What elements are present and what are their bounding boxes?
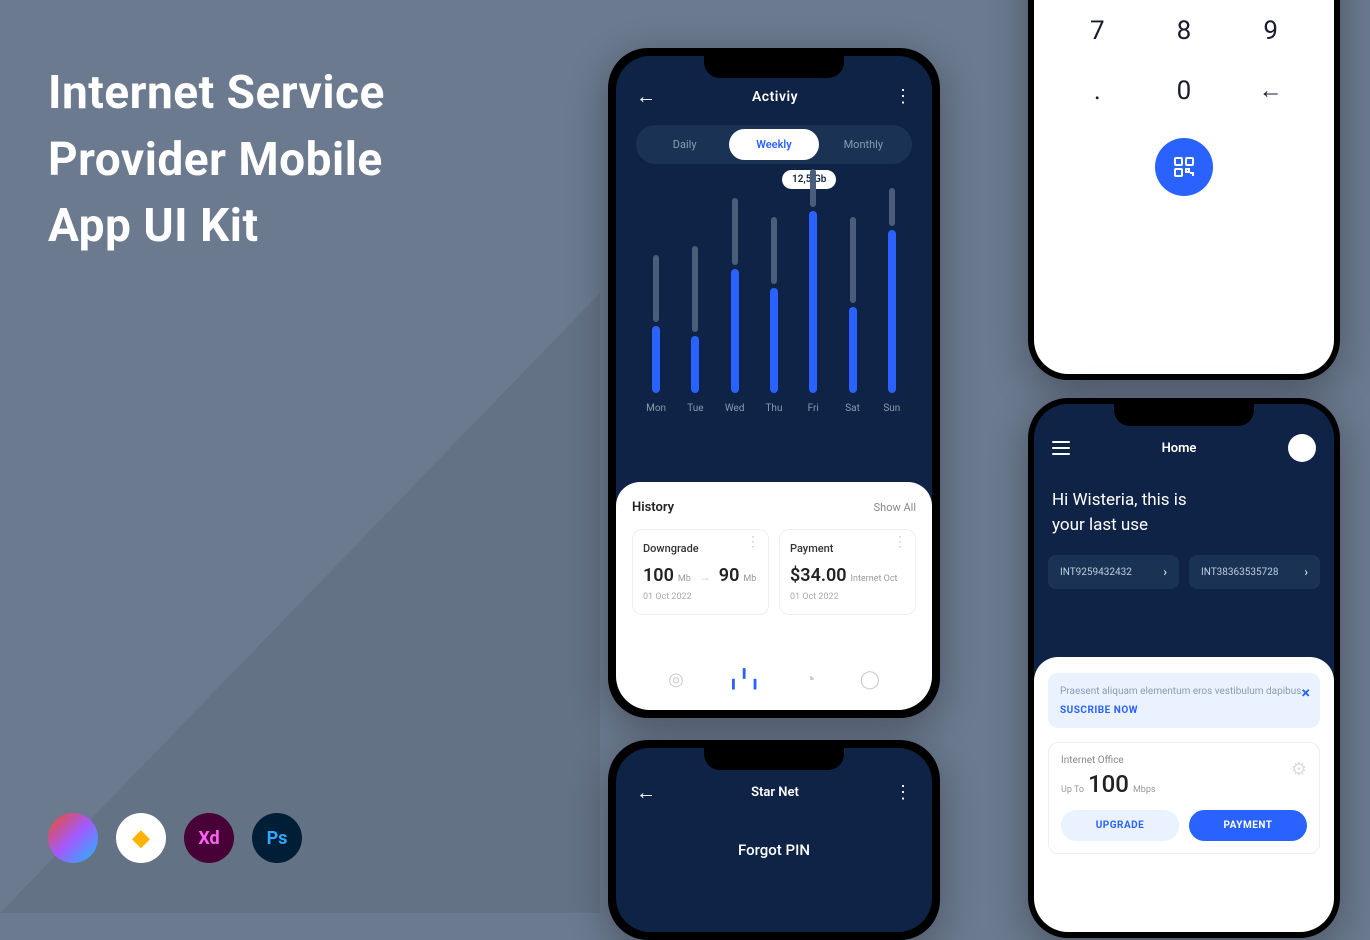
close-icon[interactable]: × [1302,683,1311,702]
dot-key[interactable]: . [1064,76,1131,106]
to-unit: Mb [743,574,756,584]
bar-label: Sat [845,403,860,414]
nav-chart-icon[interactable]: ╻╹╻ [728,669,761,690]
back-icon[interactable]: ← [636,84,656,109]
amount-note: Internet Oct [851,574,898,584]
key-9[interactable]: 9 [1237,16,1304,46]
segment-control[interactable]: Daily Weekly Monthly [636,125,912,164]
promo-text: Praesent aliquam elementum eros vestibul… [1060,685,1308,699]
xd-icon: Xd [184,813,234,863]
more-icon[interactable]: ⋮ [894,788,912,797]
key-7[interactable]: 7 [1064,16,1131,46]
bar-wed[interactable]: Wed [719,163,751,414]
bar-sat[interactable]: Sat [836,163,868,414]
chevron-right-icon: › [1163,565,1167,579]
history-card-downgrade[interactable]: Downgrade ⋮ 100 Mb → 90 Mb 01 Oct 2022 [632,529,769,615]
plan-name: Internet Office [1061,755,1307,766]
upgrade-button[interactable]: UPGRADE [1061,810,1179,841]
nav-compass-icon[interactable]: ◎ [668,669,684,690]
greeting-text: Hi Wisteria, this isyour last use [1034,474,1334,555]
screen-title: Star Net [751,785,799,800]
bar-label: Fri [808,403,819,414]
more-icon[interactable]: ⋮ [894,92,912,101]
tool-icons: ◆ Xd Ps [48,813,302,863]
ps-icon: Ps [252,813,302,863]
amount-value: $34.00 [790,565,847,586]
key-8[interactable]: 8 [1151,16,1218,46]
bar-thu[interactable]: Thu [758,163,790,414]
qr-button[interactable] [1155,138,1213,196]
screen-title: Activiy [752,89,798,105]
subscribe-link[interactable]: SUSCRIBE NOW [1060,705,1308,716]
plan-upto: Up To [1061,785,1084,795]
backspace-key[interactable]: ← [1237,76,1304,106]
to-value: 90 [719,565,740,586]
plan-unit: Mbps [1133,785,1156,795]
bar-label: Thu [765,403,782,414]
payment-button[interactable]: PAYMENT [1189,810,1307,841]
history-card-payment[interactable]: Payment ⋮ $34.00 Internet Oct 01 Oct 202… [779,529,916,615]
card-date: 01 Oct 2022 [643,592,758,602]
bar-label: Tue [687,403,703,414]
sketch-icon: ◆ [116,813,166,863]
bar-mon[interactable]: Mon [640,163,672,414]
avatar[interactable] [1288,434,1316,462]
promo-banner: Praesent aliquam elementum eros vestibul… [1048,673,1320,728]
bar-label: Wed [725,403,745,414]
tab-weekly[interactable]: Weekly [729,129,818,160]
bar-label: Sun [883,403,900,414]
from-unit: Mb [678,574,691,584]
menu-icon[interactable] [1052,441,1070,455]
phone-keypad: 456789.0← [1028,0,1340,380]
page-title: Internet ServiceProvider MobileApp UI Ki… [48,60,385,260]
usage-chart: 12,5 Gb MonTueWedThuFriSatSun [616,164,932,454]
history-panel: History Show All Downgrade ⋮ 100 Mb → 90… [616,482,932,710]
card-title: Payment [790,542,905,555]
bottom-nav: ◎ ╻╹╻ ◔ ◯ [616,659,932,700]
chip-label: INT38363535728 [1201,567,1279,578]
plan-speed: 100 [1088,770,1129,798]
back-icon[interactable]: ← [636,780,656,805]
from-value: 100 [643,565,674,586]
card-title: Downgrade [643,542,758,555]
bar-fri[interactable]: Fri [797,163,829,414]
more-icon[interactable]: ⋮ [746,540,760,546]
arrow-icon: → [699,570,711,584]
tab-monthly[interactable]: Monthly [819,129,908,160]
account-chip[interactable]: INT38363535728 › [1189,555,1320,589]
phone-home: Home Hi Wisteria, this isyour last use I… [1028,398,1340,938]
show-all-link[interactable]: Show All [874,501,916,514]
tab-daily[interactable]: Daily [640,129,729,160]
bar-sun[interactable]: Sun [876,163,908,414]
history-title: History [632,500,674,515]
phone-activity: ← Activiy ⋮ Daily Weekly Monthly 12,5 Gb… [608,48,940,718]
nav-speed-icon[interactable]: ◔ [805,669,816,690]
screen-title: Home [1162,441,1197,456]
sliders-icon[interactable]: ⚙ [1291,759,1307,780]
more-icon[interactable]: ⋮ [893,540,907,546]
bar-tue[interactable]: Tue [679,163,711,414]
chip-label: INT9259432432 [1060,567,1132,578]
plan-card: Internet Office ⚙ Up To 100 Mbps UPGRADE… [1048,742,1320,854]
key-0[interactable]: 0 [1151,76,1218,106]
nav-profile-icon[interactable]: ◯ [860,669,880,690]
figma-icon [48,813,98,863]
account-chip[interactable]: INT9259432432 › [1048,555,1179,589]
forgot-pin-text: Forgot PIN [616,841,932,859]
bar-label: Mon [646,403,666,414]
phone-starnet: ← Star Net ⋮ Forgot PIN [608,740,940,940]
chevron-right-icon: › [1304,565,1308,579]
card-date: 01 Oct 2022 [790,592,905,602]
